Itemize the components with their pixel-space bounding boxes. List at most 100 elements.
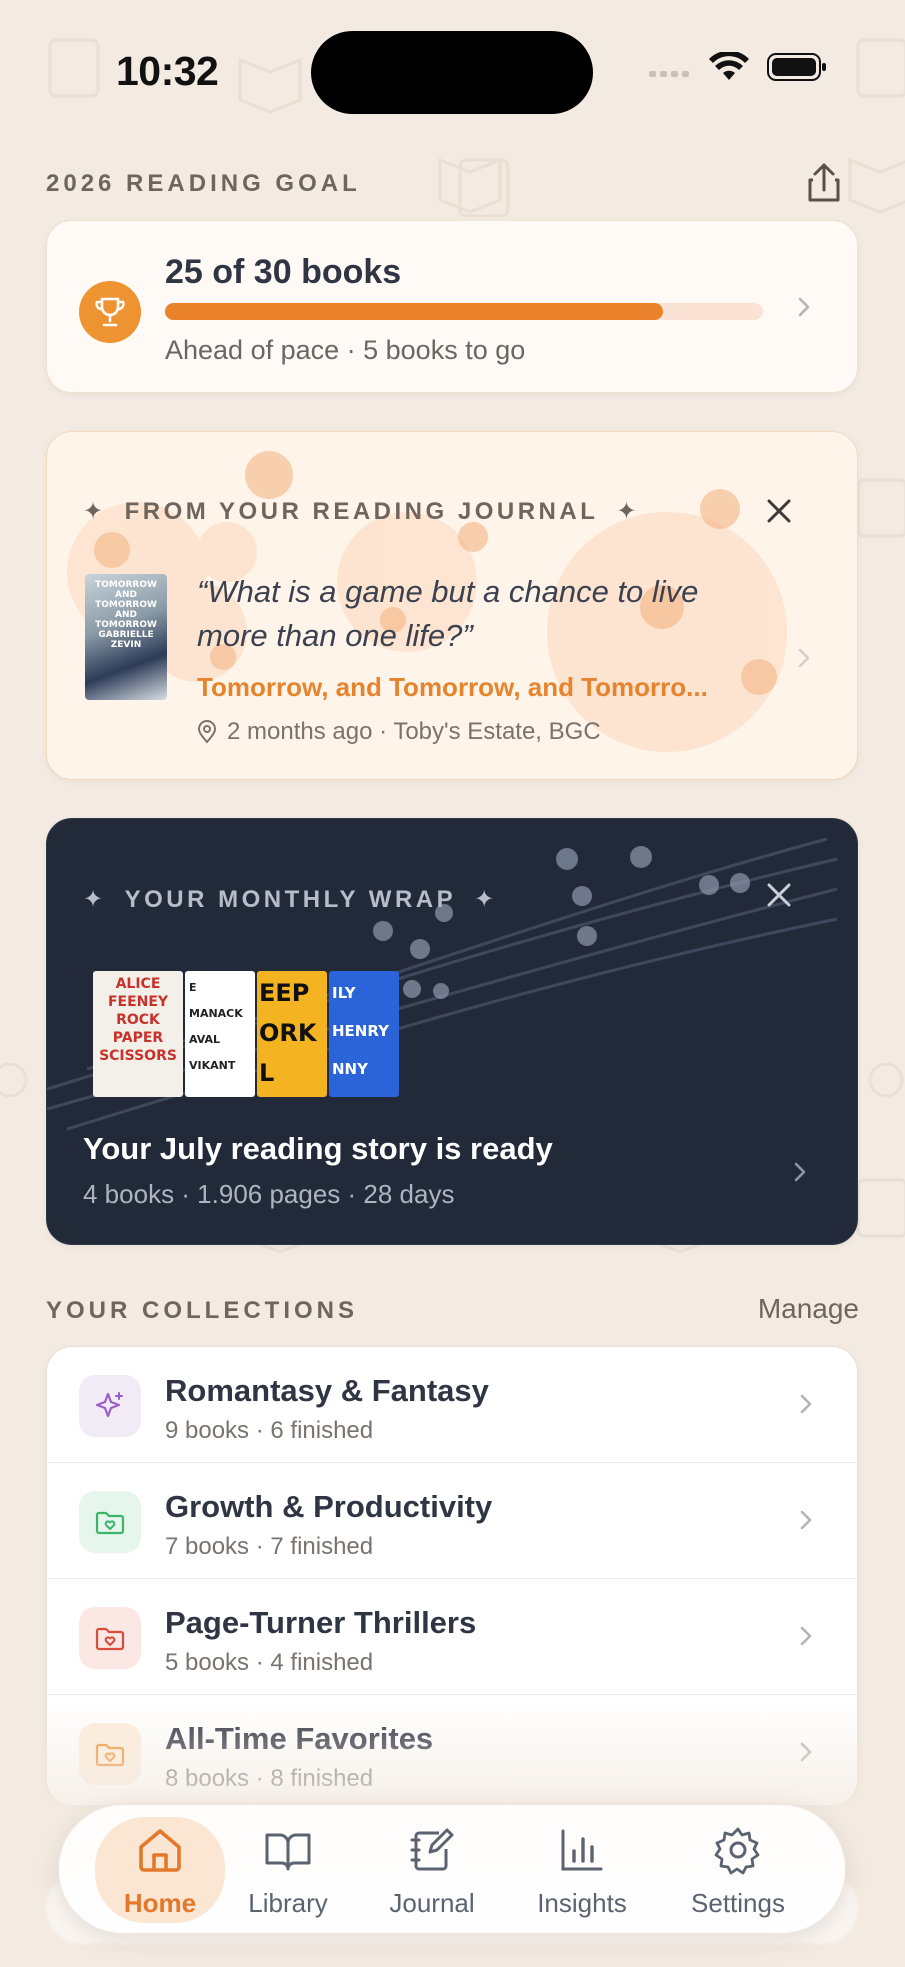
cover-text-line: ALICE xyxy=(115,976,161,992)
bar-chart-icon xyxy=(557,1825,607,1880)
collection-stats: 8 books · 8 finished xyxy=(165,1765,374,1792)
journal-header-text: FROM YOUR READING JOURNAL xyxy=(124,497,599,525)
sparkles-icon xyxy=(79,1375,141,1437)
share-icon xyxy=(808,163,840,202)
collection-row[interactable]: Page-Turner Thrillers 5 books · 4 finishe… xyxy=(47,1579,857,1695)
wrap-header-text: YOUR MONTHLY WRAP xyxy=(124,885,457,913)
book-cover-tomorrow: TOMORROW AND TOMORROW AND TOMORROW GABRIELLE Z… xyxy=(85,574,167,700)
collection-row[interactable]: Growth & Productivity 7 books · 7 finishe… xyxy=(47,1463,857,1579)
chevron-right-icon xyxy=(800,1510,812,1530)
tab-settings[interactable]: Settings xyxy=(673,1817,803,1923)
journal-header: ✦ FROM YOUR READING JOURNAL ✦ xyxy=(83,497,640,526)
cover-text-line: GABRIELLE xyxy=(98,630,154,640)
collection-stats: 7 books · 7 finished xyxy=(165,1533,374,1560)
collections-list: Romantasy & Fantasy 9 books · 6 finished G… xyxy=(46,1346,858,1806)
cover-text-line: TOMORROW xyxy=(95,580,157,590)
manage-collections-button[interactable]: Manage xyxy=(758,1293,859,1325)
cover-text-line: TOMORROW xyxy=(95,600,157,610)
reading-goal-card[interactable]: 25 of 30 books Ahead of pace · 5 books t… xyxy=(46,220,858,393)
wrap-title: Your July reading story is ready xyxy=(83,1131,553,1166)
book-cover-almanack: E MANACK AVAL VIKANT xyxy=(185,971,255,1097)
monthly-wrap-card[interactable]: ✦ YOUR MONTHLY WRAP ✦ ALICE FEENEY ROCK PAP… xyxy=(46,818,858,1245)
signal-icon xyxy=(649,71,689,77)
cover-text-line: AVAL xyxy=(189,1033,221,1046)
close-icon xyxy=(767,499,791,523)
cover-text-line: VIKANT xyxy=(189,1059,236,1072)
book-cover-deep-work: EEP ORK L NEWPORT xyxy=(257,971,327,1097)
tab-label: Insights xyxy=(537,1888,627,1918)
dynamic-island xyxy=(311,31,593,114)
chevron-right-icon xyxy=(800,1626,812,1646)
collection-name: Page-Turner Thrillers xyxy=(165,1605,477,1640)
location-pin-icon xyxy=(197,720,217,744)
tab-label: Library xyxy=(248,1888,328,1918)
close-icon xyxy=(767,883,791,907)
tab-bar: Home Library Journal Insights Settings xyxy=(58,1804,846,1934)
cover-text-line: ORK xyxy=(259,1019,317,1047)
goal-progress-fill xyxy=(165,303,664,320)
cover-text-line: E xyxy=(189,981,197,994)
share-button[interactable] xyxy=(801,160,847,206)
goal-progress-bar xyxy=(165,303,763,320)
trophy-icon xyxy=(79,281,141,343)
notebook-pen-icon xyxy=(407,1825,457,1880)
wrap-subtitle: 4 books · 1.906 pages · 28 days xyxy=(83,1179,455,1209)
gear-icon xyxy=(713,1825,763,1880)
cover-text-line: FEENEY xyxy=(107,994,169,1010)
collections-label: YOUR COLLECTIONS xyxy=(46,1297,359,1324)
sparkle-icon: ✦ xyxy=(83,886,107,913)
battery-icon xyxy=(767,53,826,81)
cover-text-line: L NEWPORT xyxy=(259,1059,275,1087)
tab-label: Home xyxy=(123,1888,197,1918)
wrap-header: ✦ YOUR MONTHLY WRAP ✦ xyxy=(83,885,498,914)
home-icon xyxy=(135,1825,185,1880)
book-cover-rock-paper-scissors: ALICE FEENEY ROCK PAPER SCISSORS xyxy=(93,971,183,1097)
tab-home[interactable]: Home xyxy=(95,1817,225,1923)
chevron-right-icon xyxy=(800,1742,812,1762)
tab-journal[interactable]: Journal xyxy=(367,1817,497,1923)
status-bar: 10:32 xyxy=(0,0,905,150)
cover-text-line: NNY xyxy=(332,1060,368,1078)
cover-text-line: AND xyxy=(115,610,137,620)
journal-close-button[interactable] xyxy=(759,491,799,531)
wrap-book-covers: ALICE FEENEY ROCK PAPER SCISSORS E MANACK AVAL… xyxy=(93,971,399,1097)
collection-stats: 9 books · 6 finished xyxy=(165,1417,374,1444)
chevron-right-icon xyxy=(800,1394,812,1414)
collection-name: Growth & Productivity xyxy=(165,1489,493,1524)
collection-stats: 5 books · 4 finished xyxy=(165,1649,374,1676)
status-icons xyxy=(649,52,827,82)
collection-name: All-Time Favorites xyxy=(165,1721,434,1756)
status-time: 10:32 xyxy=(116,48,219,94)
tab-label: Settings xyxy=(691,1888,785,1918)
journal-meta: 2 months ago · Toby's Estate, BGC xyxy=(197,718,601,746)
wrap-close-button[interactable] xyxy=(759,875,799,915)
tab-library[interactable]: Library xyxy=(223,1817,353,1923)
collection-row[interactable]: All-Time Favorites 8 books · 8 finished xyxy=(47,1695,857,1805)
cover-text-line: ILY HENRY xyxy=(332,984,389,1040)
folder-heart-icon xyxy=(79,1607,141,1669)
tab-label: Journal xyxy=(389,1888,475,1918)
collection-name: Romantasy & Fantasy xyxy=(165,1373,489,1408)
sparkle-icon: ✦ xyxy=(616,498,640,525)
journal-book-title[interactable]: Tomorrow, and Tomorrow, and Tomorro... xyxy=(197,672,708,703)
folder-heart-icon xyxy=(79,1723,141,1785)
cover-text-line: EEP xyxy=(259,979,310,1007)
journal-quote: “What is a game but a chance to live mor… xyxy=(197,574,699,653)
sparkle-icon: ✦ xyxy=(83,498,107,525)
folder-heart-icon xyxy=(79,1491,141,1553)
journal-meta-text: 2 months ago · Toby's Estate, BGC xyxy=(227,718,601,745)
tab-insights[interactable]: Insights xyxy=(517,1817,647,1923)
chevron-right-icon xyxy=(794,1162,806,1182)
book-open-icon xyxy=(263,1825,313,1880)
cover-text-line: TOMORROW xyxy=(95,620,157,630)
goal-subtitle: Ahead of pace · 5 books to go xyxy=(165,335,526,365)
wifi-icon xyxy=(709,52,749,80)
journal-memory-card[interactable]: ✦ FROM YOUR READING JOURNAL ✦ TOMORROW AN… xyxy=(46,431,858,780)
cover-text-line: STORY xyxy=(332,1088,396,1097)
cover-text-line: PAPER xyxy=(112,1030,164,1046)
reading-goal-label: 2026 READING GOAL xyxy=(46,170,361,197)
cover-text-line: ROCK xyxy=(116,1012,160,1028)
collection-row[interactable]: Romantasy & Fantasy 9 books · 6 finished xyxy=(47,1347,857,1463)
chevron-right-icon xyxy=(798,297,810,317)
cover-text-line: SCISSORS xyxy=(99,1048,177,1064)
